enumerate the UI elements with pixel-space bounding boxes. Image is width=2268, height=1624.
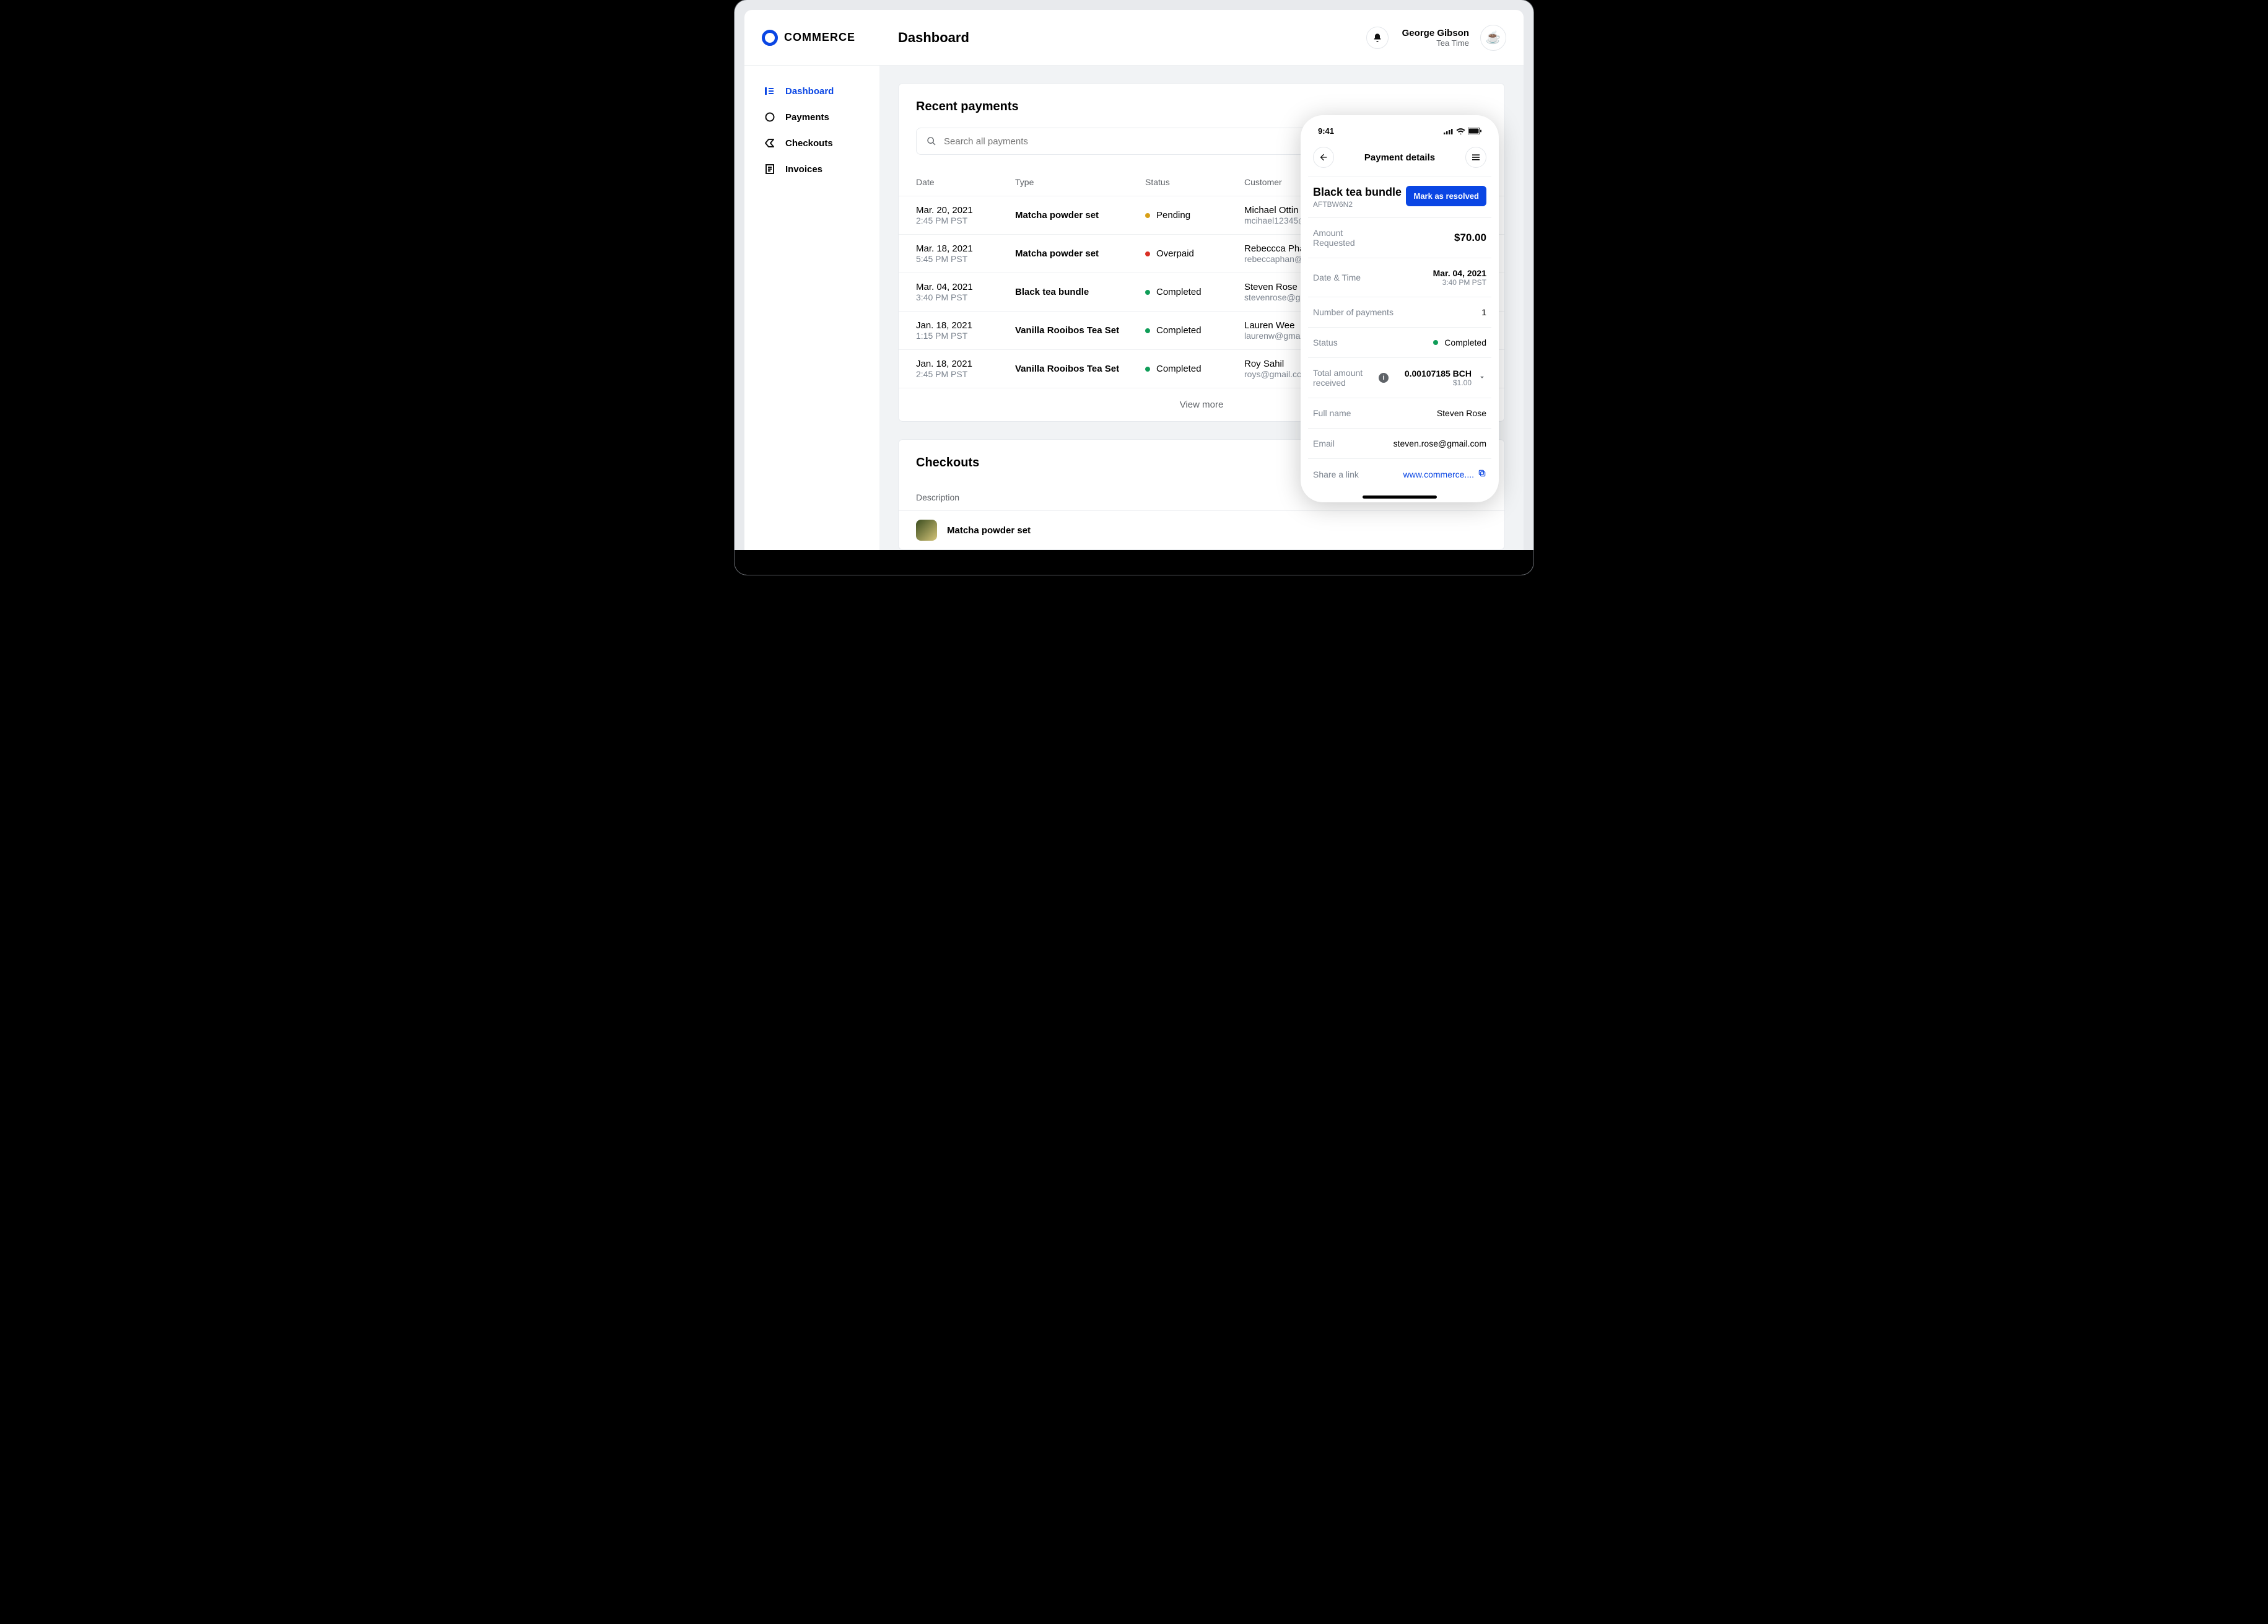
status-dot-icon: [1145, 213, 1150, 218]
row-amount-requested: Amount Requested $70.00: [1308, 217, 1491, 258]
wifi-icon: [1456, 128, 1465, 134]
search-icon: [927, 136, 936, 146]
brand-logo[interactable]: COMMERCE: [762, 30, 883, 46]
sidebar-item-label: Dashboard: [785, 86, 834, 97]
col-description: Description: [916, 492, 959, 502]
payments-icon: [763, 112, 777, 122]
sidebar-item-label: Payments: [785, 112, 829, 123]
row-status: Status Completed: [1308, 327, 1491, 357]
sidebar-item-checkouts[interactable]: Checkouts: [744, 130, 879, 156]
info-icon[interactable]: i: [1379, 373, 1389, 383]
chevron-down-icon[interactable]: [1478, 373, 1486, 383]
payment-details-header: Payment details: [1308, 136, 1491, 177]
checkout-name: Matcha powder set: [947, 525, 1031, 536]
col-status: Status: [1145, 177, 1244, 187]
status-dot-icon: [1433, 340, 1438, 345]
checkout-row[interactable]: Matcha powder set: [899, 511, 1504, 549]
sidebar: Dashboard Payments Checkouts Invoices: [744, 66, 879, 550]
bell-icon: [1372, 33, 1382, 43]
back-arrow-icon: [1319, 152, 1328, 162]
home-indicator: [1363, 495, 1437, 499]
payment-code: AFTBW6N2: [1313, 200, 1402, 209]
col-type: Type: [1015, 177, 1145, 187]
avatar[interactable]: ☕: [1480, 25, 1506, 51]
phone-overlay: 9:41 Payment details Bl: [1301, 115, 1499, 502]
brand-name: COMMERCE: [784, 31, 855, 44]
sidebar-item-label: Checkouts: [785, 138, 833, 149]
sidebar-item-invoices[interactable]: Invoices: [744, 156, 879, 182]
notifications-button[interactable]: [1366, 27, 1389, 49]
phone-time: 9:41: [1318, 126, 1334, 136]
col-date: Date: [916, 177, 1015, 187]
sidebar-item-label: Invoices: [785, 164, 822, 175]
brand-icon: [762, 30, 778, 46]
hamburger-icon: [1471, 152, 1481, 162]
payment-product-header: Black tea bundle AFTBW6N2 Mark as resolv…: [1308, 177, 1491, 217]
row-number-payments: Number of payments 1: [1308, 297, 1491, 327]
mark-resolved-button[interactable]: Mark as resolved: [1406, 186, 1486, 206]
user-name: George Gibson: [1402, 28, 1469, 38]
row-date-time: Date & Time Mar. 04, 20213:40 PM PST: [1308, 258, 1491, 297]
app-header: COMMERCE Dashboard George Gibson Tea Tim…: [744, 10, 1524, 66]
row-share-link[interactable]: Share a link www.commerce....: [1308, 458, 1491, 489]
sidebar-item-payments[interactable]: Payments: [744, 104, 879, 130]
back-button[interactable]: [1313, 147, 1334, 168]
menu-button[interactable]: [1465, 147, 1486, 168]
invoices-icon: [763, 164, 777, 174]
status-dot-icon: [1145, 251, 1150, 256]
checkouts-icon: [763, 138, 777, 148]
dashboard-icon: [763, 86, 777, 96]
page-title: Dashboard: [898, 30, 969, 46]
copy-icon[interactable]: [1478, 469, 1486, 479]
row-email: Email steven.rose@gmail.com: [1308, 428, 1491, 458]
status-dot-icon: [1145, 290, 1150, 295]
payment-details-title: Payment details: [1364, 152, 1435, 163]
checkout-thumbnail: [916, 520, 937, 541]
row-total-received[interactable]: Total amount receivedi 0.00107185 BCH$1.…: [1308, 357, 1491, 398]
sidebar-item-dashboard[interactable]: Dashboard: [744, 78, 879, 104]
user-org: Tea Time: [1402, 38, 1469, 48]
user-block[interactable]: George Gibson Tea Time: [1402, 28, 1469, 48]
payment-product-name: Black tea bundle: [1313, 186, 1402, 199]
status-dot-icon: [1145, 367, 1150, 372]
signal-icon: [1444, 128, 1454, 134]
battery-icon: [1468, 128, 1481, 134]
status-dot-icon: [1145, 328, 1150, 333]
row-full-name: Full name Steven Rose: [1308, 398, 1491, 428]
phone-status-bar: 9:41: [1308, 126, 1491, 136]
